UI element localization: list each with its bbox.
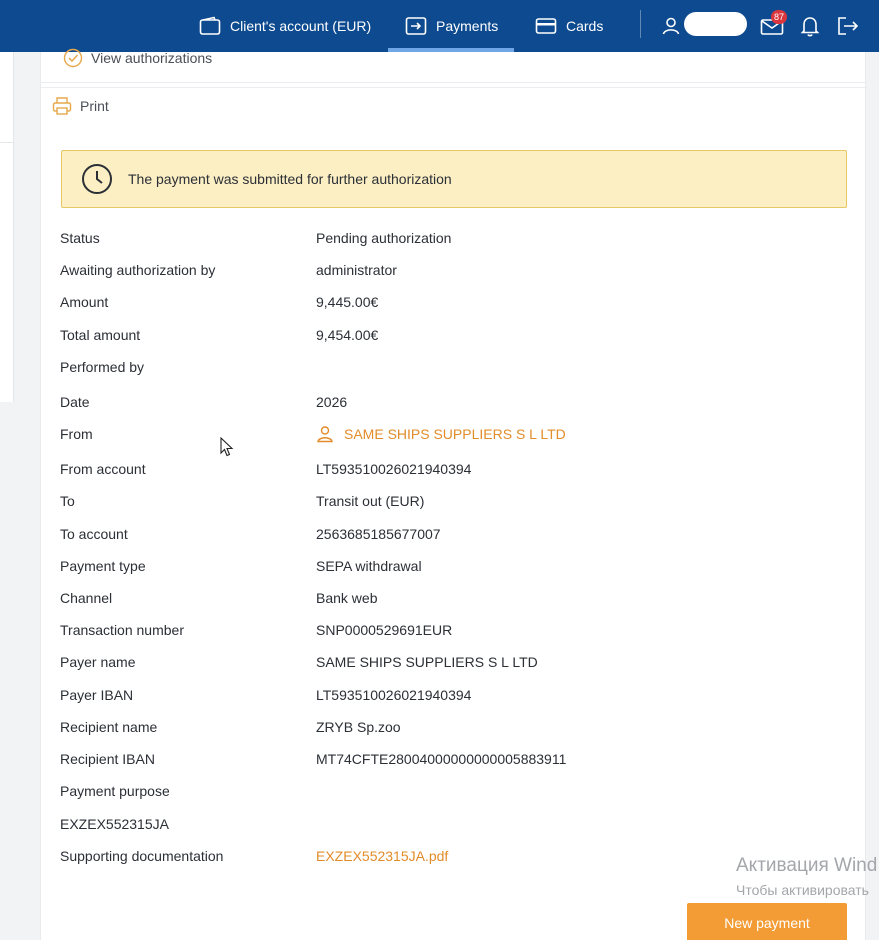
detail-value: 9,445.00€: [316, 294, 379, 310]
detail-row-channel: Channel Bank web: [60, 587, 840, 609]
detail-value: Pending authorization: [316, 230, 452, 246]
detail-label: Total amount: [60, 327, 141, 343]
detail-label: Date: [60, 394, 90, 410]
detail-row-payment-type: Payment type SEPA withdrawal: [60, 555, 840, 577]
detail-row-to-account: To account 2563685185677007: [60, 523, 840, 545]
detail-row-amount: Amount 9,445.00€: [60, 291, 840, 313]
detail-row-payment-purpose: Payment purpose: [60, 780, 840, 802]
detail-value: 9,454.00€: [316, 327, 379, 343]
os-activation-watermark: Активация Wind Чтобы активировать: [736, 854, 879, 900]
left-side-panel: [0, 52, 14, 402]
detail-label: To: [60, 493, 75, 509]
check-circle-icon: [63, 48, 83, 68]
detail-row-performed-by: Performed by: [60, 356, 840, 378]
logout-button[interactable]: [836, 0, 860, 52]
alert-message: The payment was submitted for further au…: [128, 171, 452, 187]
detail-label: Transaction number: [60, 622, 184, 638]
mouse-cursor-icon: [220, 437, 234, 457]
detail-label: From account: [60, 461, 146, 477]
detail-label: Channel: [60, 590, 113, 606]
detail-row-status: Status Pending authorization: [60, 227, 840, 249]
divider: [41, 87, 867, 88]
detail-value: 2563685185677007: [316, 526, 441, 542]
nav-item-label: Payments: [436, 18, 499, 34]
detail-value: ZRYB Sp.zoo: [316, 719, 401, 735]
bell-icon: [800, 17, 820, 37]
authorization-alert: The payment was submitted for further au…: [61, 150, 847, 208]
wallet-icon: [199, 16, 221, 35]
detail-label: Recipient name: [60, 719, 158, 735]
view-authorizations-link[interactable]: View authorizations: [63, 48, 212, 68]
supporting-document-link[interactable]: EXZEX552315JA.pdf: [316, 848, 448, 864]
from-client-link[interactable]: SAME SHIPS SUPPLIERS S L LTD: [316, 425, 566, 443]
transfer-icon: [405, 17, 427, 35]
nav-item-cards[interactable]: Cards: [535, 0, 603, 52]
print-button[interactable]: Print: [52, 96, 109, 116]
detail-row-supporting-documentation: Supporting documentation EXZEX552315JA.p…: [60, 845, 840, 867]
detail-row-awaiting-authorization: Awaiting authorization by administrator: [60, 259, 840, 281]
detail-label: Status: [60, 230, 100, 246]
detail-label: Payment type: [60, 558, 146, 574]
detail-row-from-account: From account LT593510026021940394: [60, 458, 840, 480]
logout-icon: [838, 17, 859, 35]
detail-label: Supporting documentation: [60, 848, 224, 864]
detail-value: Bank web: [316, 590, 378, 606]
watermark-subtitle: Чтобы активировать: [736, 882, 869, 898]
detail-label: From: [60, 426, 93, 442]
detail-row-total-amount: Total amount 9,454.00€: [60, 324, 840, 346]
detail-row-recipient-iban: Recipient IBAN MT74CFTE28004000000000005…: [60, 748, 840, 770]
detail-row-purpose-text: EXZEX552315JA: [60, 813, 840, 835]
detail-value: 2026: [316, 394, 348, 410]
user-menu-button[interactable]: [661, 0, 681, 52]
watermark-title: Активация Wind: [736, 855, 878, 876]
detail-label: Awaiting authorization by: [60, 262, 216, 278]
detail-label: Payment purpose: [60, 783, 170, 799]
detail-value: Transit out (EUR): [316, 493, 425, 509]
detail-row-from: From SAME SHIPS SUPPLIERS S L LTD: [60, 423, 840, 445]
detail-value: administrator: [316, 262, 397, 278]
detail-row-transaction-number: Transaction number SNP0000529691EUR: [60, 619, 840, 641]
redacted-username: [684, 12, 747, 36]
messages-button[interactable]: [760, 0, 784, 52]
detail-label: Payer IBAN: [60, 687, 134, 703]
card-icon: [535, 18, 557, 34]
divider: [41, 82, 867, 83]
from-client-name: SAME SHIPS SUPPLIERS S L LTD: [344, 426, 566, 442]
view-authorizations-label: View authorizations: [91, 50, 213, 66]
detail-row-payer-name: Payer name SAME SHIPS SUPPLIERS S L LTD: [60, 651, 840, 673]
top-navigation-bar: Client's account (EUR) Payments Cards 87: [0, 0, 879, 52]
detail-row-payer-iban: Payer IBAN LT593510026021940394: [60, 684, 840, 706]
nav-item-label: Cards: [566, 18, 604, 34]
payment-purpose-value: EXZEX552315JA: [60, 816, 169, 832]
user-icon: [662, 17, 680, 35]
detail-value: SAME SHIPS SUPPLIERS S L LTD: [316, 654, 538, 670]
printer-icon: [52, 97, 72, 115]
clock-icon: [82, 164, 112, 194]
detail-row-date: Date 2026: [60, 391, 840, 413]
detail-label: Performed by: [60, 359, 145, 375]
nav-divider: [640, 10, 641, 38]
detail-row-recipient-name: Recipient name ZRYB Sp.zoo: [60, 716, 840, 738]
detail-label: Amount: [60, 294, 109, 310]
detail-value: LT593510026021940394: [316, 687, 472, 703]
payment-details-card: View authorizations Print The payment wa…: [40, 48, 867, 940]
detail-value: SNP0000529691EUR: [316, 622, 453, 638]
detail-row-to: To Transit out (EUR): [60, 490, 840, 512]
notifications-button[interactable]: [800, 0, 820, 52]
detail-value: MT74CFTE28004000000000005883911: [316, 751, 567, 767]
nav-item-payments[interactable]: Payments: [405, 0, 498, 52]
new-payment-button[interactable]: New payment: [687, 903, 847, 940]
detail-value: LT593510026021940394: [316, 461, 472, 477]
print-label: Print: [80, 98, 109, 114]
unread-messages-badge: 87: [771, 10, 787, 24]
person-icon: [317, 426, 333, 443]
detail-label: To account: [60, 526, 128, 542]
left-panel-divider: [0, 142, 14, 143]
detail-label: Recipient IBAN: [60, 751, 155, 767]
nav-item-label: Client's account (EUR): [230, 18, 372, 34]
nav-item-clients-account[interactable]: Client's account (EUR): [199, 0, 371, 52]
detail-label: Payer name: [60, 654, 136, 670]
detail-value: SEPA withdrawal: [316, 558, 422, 574]
